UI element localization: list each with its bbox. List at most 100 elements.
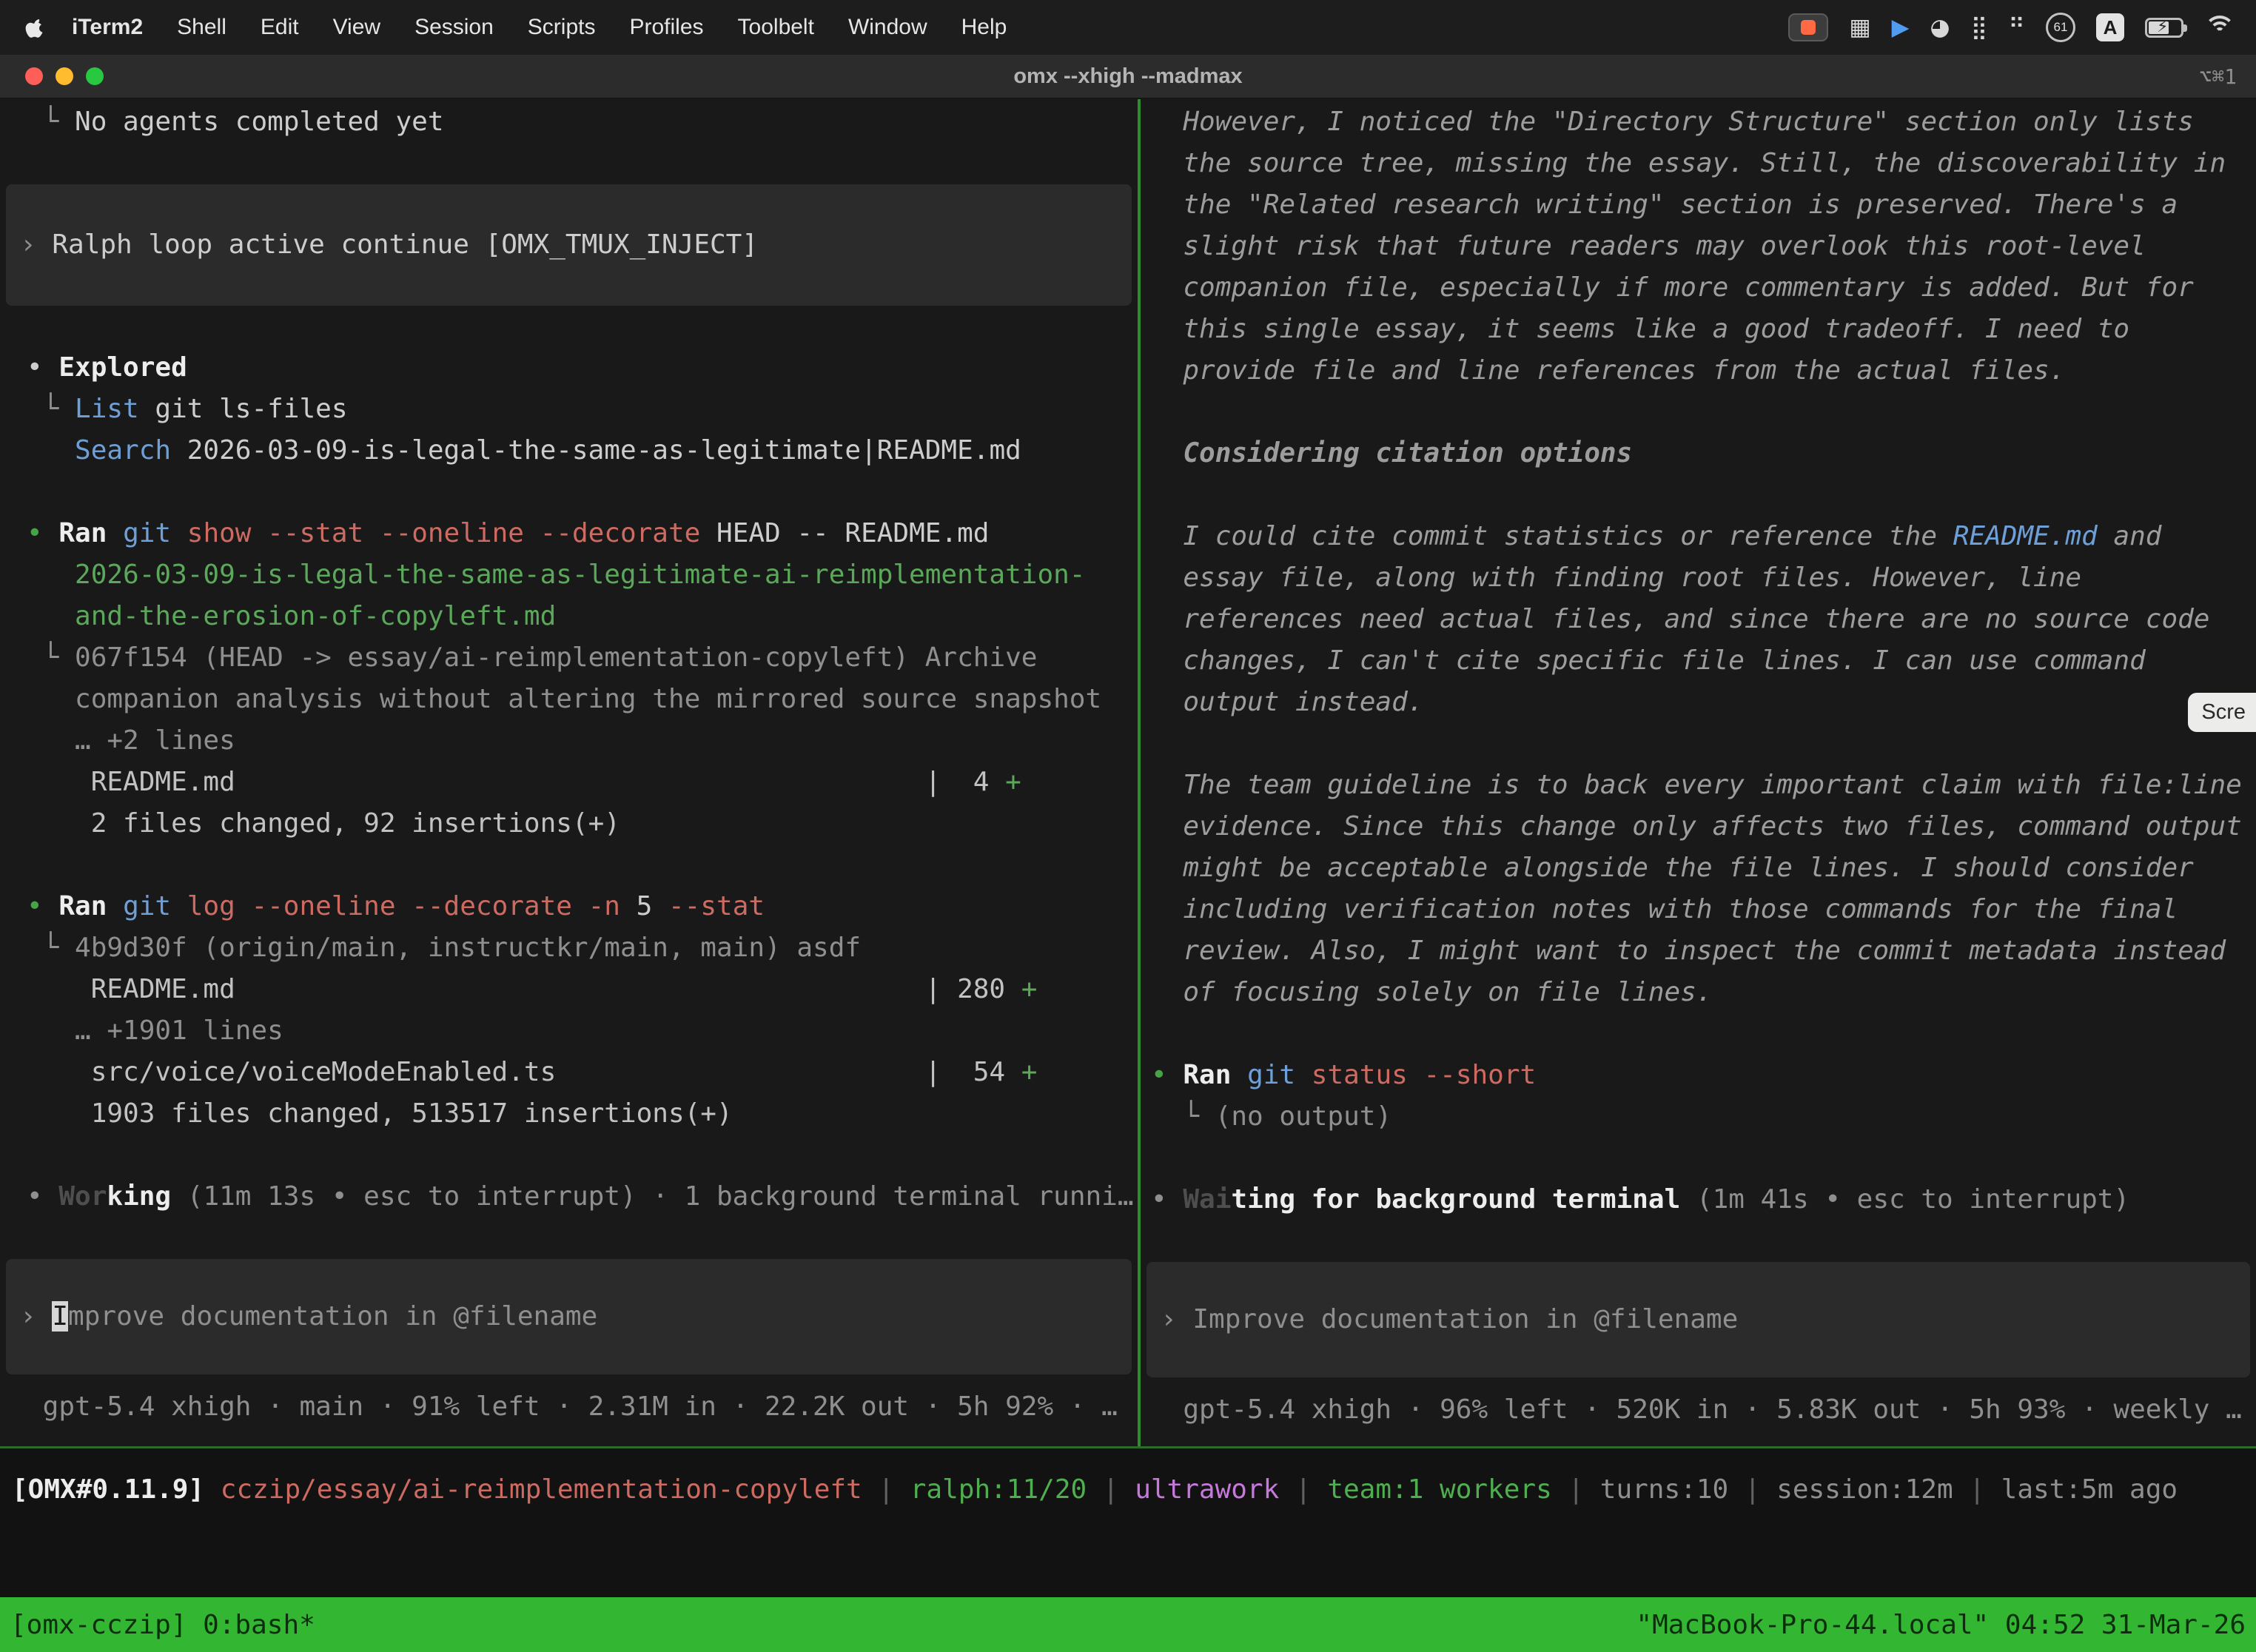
text-segment: └ <box>27 642 75 673</box>
zoom-button[interactable] <box>86 67 104 85</box>
text-segment: └ <box>27 394 75 424</box>
text-segment: Search <box>75 435 187 466</box>
terminal-line: 2026-03-09-is-legal-the-same-as-legitima… <box>0 554 1138 596</box>
text-segment: 067f154 (HEAD -> essay/ai-reimplementati… <box>75 642 1037 673</box>
text-segment: git <box>123 891 187 921</box>
prompt-chevron: › <box>1161 1304 1192 1334</box>
text-segment: status --short <box>1312 1060 1536 1090</box>
text-segment: • <box>1151 1184 1183 1215</box>
text-segment: … +1901 lines <box>27 1015 283 1046</box>
left-pane[interactable]: └ No agents completed yet › Ralph loop a… <box>0 99 1138 1446</box>
text-segment: ting for background terminal <box>1231 1184 1680 1215</box>
right-pane-log: • Ran git status --short └ (no output) •… <box>1141 1055 2256 1220</box>
text-segment: git ls-files <box>155 394 347 424</box>
terminal-window: └ No agents completed yet › Ralph loop a… <box>0 99 2256 1446</box>
inject-text: Ralph loop active continue [OMX_TMUX_INJ… <box>52 229 758 260</box>
screen-recording-indicator-icon[interactable] <box>1788 13 1828 41</box>
toggle-icon[interactable]: ⠛ <box>2008 16 2025 39</box>
menu-item-session[interactable]: Session <box>397 15 511 40</box>
text-segment: (1m 41s • esc to interrupt) <box>1680 1184 2129 1215</box>
readme-filename-highlight: README.md <box>1953 521 2098 551</box>
left-pane-log-top: └ No agents completed yet <box>0 101 1138 143</box>
text-segment: 4b9d30f (origin/main, instructkr/main, m… <box>75 933 861 963</box>
close-button[interactable] <box>25 67 43 85</box>
omx-status-line: [OMX#0.11.9] cczip/essay/ai-reimplementa… <box>0 1469 2256 1511</box>
text-segment: … +2 lines <box>27 725 235 756</box>
minimize-button[interactable] <box>56 67 73 85</box>
tmux-status-bar: [omx-cczip] 0:bash* "MacBook-Pro-44.loca… <box>0 1597 2256 1652</box>
text-segment: + <box>1005 767 1021 797</box>
pane-bottom-border <box>0 1446 2256 1448</box>
text-segment: └ <box>27 933 75 963</box>
circle-icon[interactable]: ◕ <box>1930 16 1950 39</box>
apple-menu-icon[interactable] <box>25 16 44 38</box>
text-segment: [OMX#0.11.9] <box>12 1474 221 1505</box>
terminal-line: • Ran git log --oneline --decorate -n 5 … <box>0 886 1138 927</box>
battery-icon[interactable]: ⚡ <box>2145 18 2183 38</box>
battery-percent-icon[interactable]: 61 <box>2046 13 2075 42</box>
menu-item-help[interactable]: Help <box>944 15 1024 40</box>
text-segment: └ <box>1151 1101 1215 1132</box>
text-segment: (11m 13s • esc to interrupt) <box>171 1181 637 1212</box>
terminal-line: └ 4b9d30f (origin/main, instructkr/main,… <box>0 927 1138 969</box>
menu-bar: iTerm2 Shell Edit View Session Scripts P… <box>0 0 2256 55</box>
text-segment: session:12m <box>1776 1474 1953 1505</box>
terminal-line <box>0 845 1138 886</box>
text-segment: turns:10 <box>1600 1474 1728 1505</box>
menu-item-scripts[interactable]: Scripts <box>511 15 613 40</box>
terminal-line: • Ran git show --stat --oneline --decora… <box>0 513 1138 554</box>
charging-bolt-icon: ⚡ <box>2157 18 2168 36</box>
text-segment: ralph:11/20 <box>910 1474 1087 1505</box>
text-segment: HEAD -- README.md <box>716 518 989 548</box>
text-segment: 2 files changed, 92 insertions(+) <box>27 808 620 839</box>
model-status-line-right: gpt-5.4 xhigh · 96% left · 520K in · 5.8… <box>1141 1389 2256 1431</box>
window-title: omx --xhigh --madmax <box>0 64 2256 89</box>
text-segment: • <box>1151 1060 1183 1090</box>
text-segment: companion analysis without altering the … <box>27 684 1101 714</box>
tmux-session-info: [omx-cczip] 0:bash* <box>10 1610 315 1640</box>
terminal-line: [OMX#0.11.9] cczip/essay/ai-reimplementa… <box>12 1469 2256 1511</box>
terminal-line: └ 067f154 (HEAD -> essay/ai-reimplementa… <box>0 637 1138 679</box>
terminal-line: and-the-erosion-of-copyleft.md <box>0 596 1138 637</box>
text-segment: | <box>1728 1474 1776 1505</box>
menu-item-iterm2[interactable]: iTerm2 <box>55 15 160 40</box>
tmux-host-clock: "MacBook-Pro-44.local" 04:52 31-Mar-26 <box>1636 1610 2246 1640</box>
window-title-bar[interactable]: omx --xhigh --madmax ⌥⌘1 <box>0 55 2256 99</box>
text-segment: src/voice/voiceModeEnabled.ts | 54 <box>27 1057 1021 1087</box>
input-source-icon[interactable]: A <box>2096 13 2124 41</box>
ralph-inject-box: › Ralph loop active continue [OMX_TMUX_I… <box>6 184 1132 306</box>
pointer-icon[interactable]: ▶ <box>1892 16 1910 39</box>
menu-item-toolbelt[interactable]: Toolbelt <box>721 15 831 40</box>
stop-recording-icon <box>1801 20 1816 35</box>
menu-item-profiles[interactable]: Profiles <box>612 15 720 40</box>
traffic-lights <box>25 67 104 85</box>
text-segment: 2026-03-09-is-legal-the-same-as-legitima… <box>187 435 1021 466</box>
terminal-line: README.md | 280 + <box>0 969 1138 1010</box>
terminal-line: 1903 files changed, 513517 insertions(+) <box>0 1093 1138 1135</box>
menu-item-window[interactable]: Window <box>831 15 944 40</box>
left-pane-log: • Explored └ List git ls-files Search 20… <box>0 347 1138 1218</box>
text-segment: No agents completed yet <box>75 107 444 137</box>
text-segment: • <box>27 352 58 383</box>
dots-grid-icon[interactable]: ⣿ <box>1971 16 1988 39</box>
prompt-input-left[interactable]: › Improve documentation in @filename <box>6 1259 1132 1374</box>
text-segment: (no output) <box>1215 1101 1391 1132</box>
screen-overlay-button[interactable]: Scre <box>2188 693 2256 732</box>
text-segment: | <box>1279 1474 1327 1505</box>
text-segment: · 1 background terminal runni… <box>637 1181 1134 1212</box>
menu-item-shell[interactable]: Shell <box>160 15 244 40</box>
terminal-line: └ List git ls-files <box>0 389 1138 430</box>
right-pane[interactable]: However, I noticed the "Directory Struct… <box>1141 99 2256 1446</box>
grid-icon[interactable]: ▦ <box>1849 16 1870 39</box>
prompt-input-right[interactable]: › Improve documentation in @filename <box>1147 1262 2250 1377</box>
text-segment: List <box>75 394 155 424</box>
text-segment: └ <box>27 107 75 137</box>
prompt-chevron: › <box>20 229 52 260</box>
wifi-icon[interactable] <box>2204 16 2235 39</box>
text-segment: • <box>27 891 58 921</box>
terminal-line: └ (no output) <box>1141 1096 2256 1138</box>
text-segment: • <box>27 518 58 548</box>
menu-item-view[interactable]: View <box>316 15 397 40</box>
text-segment: • <box>27 1181 58 1212</box>
menu-item-edit[interactable]: Edit <box>244 15 316 40</box>
